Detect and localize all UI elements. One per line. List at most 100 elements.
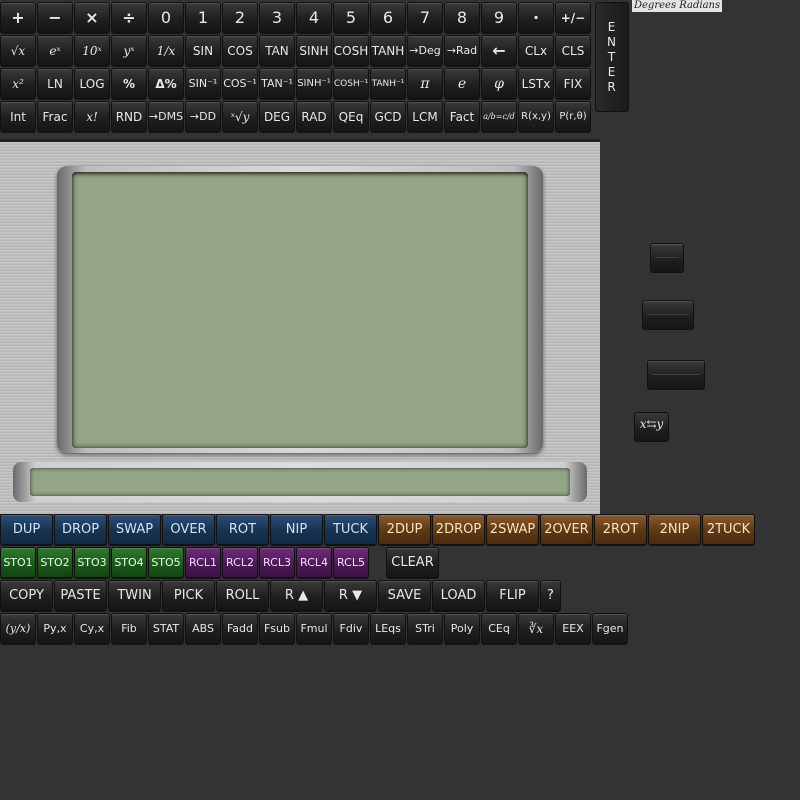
deg-mode-key[interactable]: DEG (259, 101, 295, 132)
sto5-key[interactable]: STO5 (148, 547, 184, 578)
sin-key[interactable]: SIN (185, 35, 221, 66)
fraction-div-key[interactable]: Fdiv (333, 613, 369, 644)
digit-3-key[interactable]: 3 (259, 2, 295, 33)
rcl1-key[interactable]: RCL1 (185, 547, 221, 578)
round-key[interactable]: RND (111, 101, 147, 132)
cubic-eq-key[interactable]: CEq (481, 613, 517, 644)
side-button-wide[interactable] (647, 360, 705, 390)
side-button-small[interactable] (650, 243, 684, 273)
flip-key[interactable]: FLIP (486, 580, 539, 611)
copy-key[interactable]: COPY (0, 580, 53, 611)
sqrt-key[interactable]: √x (0, 35, 36, 66)
fix-key[interactable]: FIX (555, 68, 591, 99)
2swap-key[interactable]: 2SWAP (486, 514, 539, 545)
xth-root-key[interactable]: ˣ√y (222, 101, 258, 132)
digit-6-key[interactable]: 6 (370, 2, 406, 33)
solve-triangle-key[interactable]: STri (407, 613, 443, 644)
change-sign-key[interactable]: +/− (555, 2, 591, 33)
polar-coords-key[interactable]: P(r,θ) (555, 101, 591, 132)
digit-5-key[interactable]: 5 (333, 2, 369, 33)
clear-stack-key[interactable]: CLS (555, 35, 591, 66)
2drop-key[interactable]: 2DROP (432, 514, 485, 545)
swap-xy-button[interactable]: x⇆y (634, 412, 669, 442)
roll-key[interactable]: ROLL (216, 580, 269, 611)
2tuck-key[interactable]: 2TUCK (702, 514, 755, 545)
side-button-medium[interactable] (642, 300, 694, 330)
multiply-key[interactable]: × (74, 2, 110, 33)
nip-key[interactable]: NIP (270, 514, 323, 545)
square-key[interactable]: x² (0, 68, 36, 99)
proportion-key[interactable]: a/b=c/d (481, 101, 517, 132)
sto3-key[interactable]: STO3 (74, 547, 110, 578)
2over-key[interactable]: 2OVER (540, 514, 593, 545)
ten-power-key[interactable]: 10ˣ (74, 35, 110, 66)
to-rad-key[interactable]: →Rad (444, 35, 480, 66)
swap-key[interactable]: SWAP (108, 514, 161, 545)
fibonacci-key[interactable]: Fib (111, 613, 147, 644)
asinh-key[interactable]: SINH⁻¹ (296, 68, 332, 99)
2nip-key[interactable]: 2NIP (648, 514, 701, 545)
abs-key[interactable]: ABS (185, 613, 221, 644)
entry-line[interactable] (30, 468, 570, 496)
permutation-key[interactable]: Py,x (37, 613, 73, 644)
divide-key[interactable]: ÷ (111, 2, 147, 33)
to-dms-key[interactable]: →DMS (148, 101, 184, 132)
to-dd-key[interactable]: →DD (185, 101, 221, 132)
atanh-key[interactable]: TANH⁻¹ (370, 68, 406, 99)
enter-key[interactable]: E N T E R (595, 2, 629, 112)
fraction-add-key[interactable]: Fadd (222, 613, 258, 644)
digit-0-key[interactable]: 0 (148, 2, 184, 33)
asin-key[interactable]: SIN⁻¹ (185, 68, 221, 99)
phi-key[interactable]: φ (481, 68, 517, 99)
digit-7-key[interactable]: 7 (407, 2, 443, 33)
add-key[interactable]: + (0, 2, 36, 33)
percent-key[interactable]: % (111, 68, 147, 99)
pick-key[interactable]: PICK (162, 580, 215, 611)
rcl5-key[interactable]: RCL5 (333, 547, 369, 578)
polynomial-key[interactable]: Poly (444, 613, 480, 644)
rot-key[interactable]: ROT (216, 514, 269, 545)
combination-key[interactable]: Cy,x (74, 613, 110, 644)
atan-key[interactable]: TAN⁻¹ (259, 68, 295, 99)
exp-key[interactable]: eˣ (37, 35, 73, 66)
paste-key[interactable]: PASTE (54, 580, 107, 611)
rcl2-key[interactable]: RCL2 (222, 547, 258, 578)
int-key[interactable]: Int (0, 101, 36, 132)
digit-4-key[interactable]: 4 (296, 2, 332, 33)
rcl4-key[interactable]: RCL4 (296, 547, 332, 578)
fraction-sub-key[interactable]: Fsub (259, 613, 295, 644)
dup-key[interactable]: DUP (0, 514, 53, 545)
clear-memory-key[interactable]: CLEAR (386, 547, 439, 578)
quadratic-eq-key[interactable]: QEq (333, 101, 369, 132)
load-key[interactable]: LOAD (432, 580, 485, 611)
e-constant-key[interactable]: e (444, 68, 480, 99)
to-deg-key[interactable]: →Deg (407, 35, 443, 66)
percent-change-key[interactable]: Δ% (148, 68, 184, 99)
factorize-key[interactable]: Fact (444, 101, 480, 132)
frac-key[interactable]: Frac (37, 101, 73, 132)
backspace-key[interactable]: ← (481, 35, 517, 66)
roll-up-key[interactable]: R ▲ (270, 580, 323, 611)
linear-eqs-key[interactable]: LEqs (370, 613, 406, 644)
sto2-key[interactable]: STO2 (37, 547, 73, 578)
reciprocal-key[interactable]: 1/x (148, 35, 184, 66)
save-key[interactable]: SAVE (378, 580, 431, 611)
digit-1-key[interactable]: 1 (185, 2, 221, 33)
sto4-key[interactable]: STO4 (111, 547, 147, 578)
decimal-point-key[interactable]: · (518, 2, 554, 33)
fraction-mul-key[interactable]: Fmul (296, 613, 332, 644)
acosh-key[interactable]: COSH⁻¹ (333, 68, 369, 99)
ln-key[interactable]: LN (37, 68, 73, 99)
roll-down-key[interactable]: R ▼ (324, 580, 377, 611)
acos-key[interactable]: COS⁻¹ (222, 68, 258, 99)
rcl3-key[interactable]: RCL3 (259, 547, 295, 578)
tanh-key[interactable]: TANH (370, 35, 406, 66)
cube-root-key[interactable]: ∛x (518, 613, 554, 644)
rad-mode-key[interactable]: RAD (296, 101, 332, 132)
subtract-key[interactable]: − (37, 2, 73, 33)
2dup-key[interactable]: 2DUP (378, 514, 431, 545)
digit-2-key[interactable]: 2 (222, 2, 258, 33)
tuck-key[interactable]: TUCK (324, 514, 377, 545)
pi-key[interactable]: π (407, 68, 443, 99)
digit-9-key[interactable]: 9 (481, 2, 517, 33)
